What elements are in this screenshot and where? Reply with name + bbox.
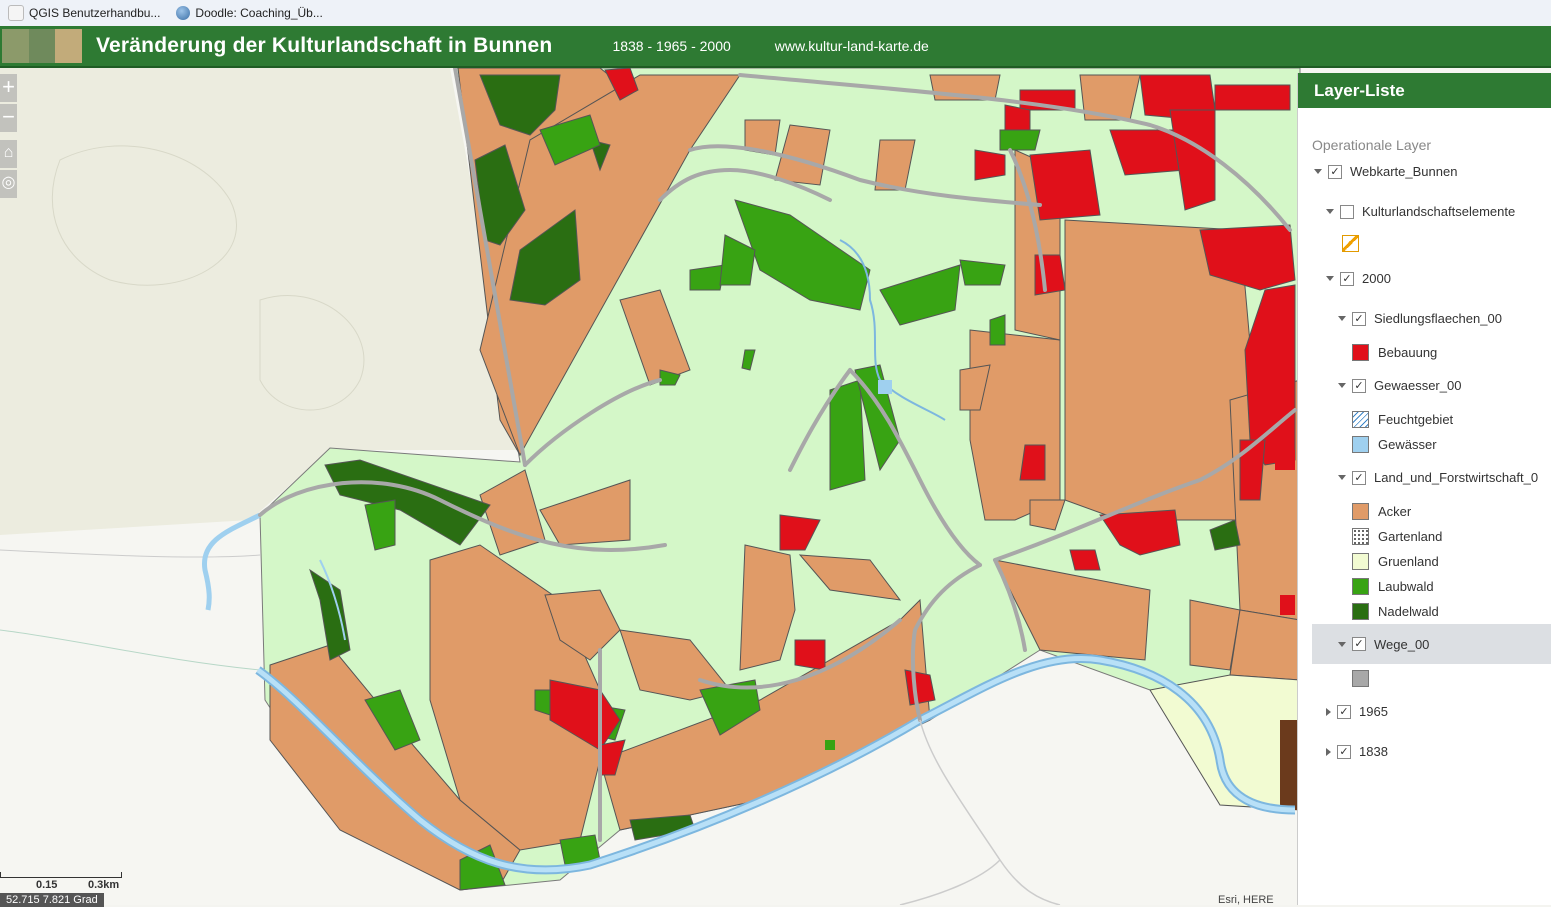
legend-swatch <box>1352 411 1369 428</box>
layer-1838[interactable]: ✓ 1838 <box>1326 744 1388 759</box>
scalebar-mid-label: 0.15 <box>36 879 58 891</box>
legend-feucht-label: Feuchtgebiet <box>1378 412 1454 427</box>
checkbox-siedlung[interactable]: ✓ <box>1352 311 1366 326</box>
checkbox-wege[interactable]: ✓ <box>1352 637 1366 651</box>
app-header: Veränderung der Kulturlandschaft in Bunn… <box>0 26 1551 68</box>
layer-kultur[interactable]: Kulturlandschaftselemente <box>1326 204 1515 219</box>
legend-bebauung: Bebauung <box>1352 344 1437 361</box>
layer-gewaesser[interactable]: ✓ Gewaesser_00 <box>1338 378 1461 393</box>
legend-swatch <box>1352 578 1369 595</box>
checkbox-2000[interactable]: ✓ <box>1340 271 1354 286</box>
qgis-icon <box>8 5 24 21</box>
bookmark-doodle-label: Doodle: Coaching_Üb... <box>195 6 323 20</box>
layer-list-title: Layer-Liste <box>1298 73 1551 108</box>
layer-2000[interactable]: ✓ 2000 <box>1326 271 1391 286</box>
layer-1838-label: 1838 <box>1359 744 1388 759</box>
legend-nadel-label: Nadelwald <box>1378 604 1439 619</box>
legend-gewaesser-label: Gewässer <box>1378 437 1437 452</box>
layer-2000-label: 2000 <box>1362 271 1391 286</box>
bookmark-qgis[interactable]: QGIS Benutzerhandbu... <box>0 0 168 26</box>
expand-icon[interactable] <box>1326 276 1334 281</box>
bookmark-doodle[interactable]: Doodle: Coaching_Üb... <box>168 0 330 26</box>
bookmarks-bar: QGIS Benutzerhandbu... Doodle: Coaching_… <box>0 0 1551 27</box>
expand-icon[interactable] <box>1314 169 1322 174</box>
globe-icon <box>176 6 191 20</box>
layer-kultur-label: Kulturlandschaftselemente <box>1362 204 1516 219</box>
legend-gruenland: Gruenland <box>1352 553 1439 570</box>
layer-land[interactable]: ✓ Land_und_Forstwirtschaft_0 <box>1338 470 1538 485</box>
legend-laub-label: Laubwald <box>1378 579 1434 594</box>
expand-icon[interactable] <box>1338 316 1346 321</box>
collapse-icon[interactable] <box>1326 707 1331 716</box>
legend-swatch <box>1352 436 1369 453</box>
layer-gewaesser-label: Gewaesser_00 <box>1374 378 1462 393</box>
home-icon: ⌂ <box>3 144 14 161</box>
collapse-icon[interactable] <box>1326 747 1331 756</box>
operational-layers-heading: Operationale Layer <box>1312 137 1432 153</box>
zoom-out-button[interactable]: − <box>0 104 17 132</box>
legend-swatch <box>1352 503 1369 520</box>
layer-wege-label: Wege_00 <box>1374 636 1430 652</box>
legend-gruen-label: Gruenland <box>1378 554 1439 569</box>
legend-laubwald: Laubwald <box>1352 578 1434 595</box>
layer-land-label: Land_und_Forstwirtschaft_0 <box>1374 470 1539 485</box>
legend-acker-label: Acker <box>1378 504 1412 519</box>
expand-icon[interactable] <box>1338 383 1346 388</box>
layer-siedlung-label: Siedlungsflaechen_00 <box>1374 311 1502 326</box>
locate-button[interactable]: ◎ <box>0 170 17 198</box>
legend-swatch <box>1352 603 1369 620</box>
checkbox-gewaesser[interactable]: ✓ <box>1352 378 1366 393</box>
legend-garten-label: Gartenland <box>1378 529 1443 544</box>
expand-icon[interactable] <box>1338 641 1346 647</box>
checkbox-1965[interactable]: ✓ <box>1337 704 1351 719</box>
expand-icon[interactable] <box>1326 209 1334 214</box>
layer-1965-label: 1965 <box>1359 704 1388 719</box>
scalebar: 0.15 0.3km <box>0 872 122 891</box>
app-title: Veränderung der Kulturlandschaft in Bunn… <box>96 34 553 57</box>
legend-swatch <box>1352 670 1369 687</box>
checkbox-land[interactable]: ✓ <box>1352 470 1366 485</box>
expand-icon[interactable] <box>1338 475 1346 480</box>
logo-thumbnail <box>2 29 83 63</box>
legend-gartenland: Gartenland <box>1352 528 1442 545</box>
layer-wege[interactable]: ✓ Wege_00 <box>1312 624 1551 664</box>
home-button[interactable]: ⌂ <box>0 140 17 168</box>
map-attribution[interactable]: Esri, HERE <box>1218 894 1274 906</box>
layer-webkarte[interactable]: ✓ Webkarte_Bunnen <box>1314 164 1457 179</box>
legend-kultur-symbol <box>1342 235 1368 252</box>
scalebar-line <box>0 872 122 878</box>
website-url: www.kultur-land-karte.de <box>774 38 929 54</box>
legend-nadelwald: Nadelwald <box>1352 603 1439 620</box>
legend-wege <box>1352 670 1378 687</box>
locate-icon: ◎ <box>1 174 16 191</box>
bookmark-qgis-label: QGIS Benutzerhandbu... <box>29 6 161 20</box>
checkbox-kultur[interactable] <box>1340 204 1354 219</box>
legend-feuchtgebiet: Feuchtgebiet <box>1352 411 1453 428</box>
zoom-in-button[interactable]: + <box>0 74 17 102</box>
checkbox-1838[interactable]: ✓ <box>1337 744 1351 759</box>
legend-swatch <box>1352 528 1369 545</box>
legend-swatch <box>1352 344 1369 361</box>
legend-bebauung-label: Bebauung <box>1378 345 1438 360</box>
legend-gewaesser: Gewässer <box>1352 436 1437 453</box>
scalebar-end-label: 0.3km <box>88 879 120 891</box>
layer-siedlung[interactable]: ✓ Siedlungsflaechen_00 <box>1338 311 1502 326</box>
map-controls: + − ⌂ ◎ <box>0 74 17 200</box>
layer-1965[interactable]: ✓ 1965 <box>1326 704 1388 719</box>
layer-webkarte-label: Webkarte_Bunnen <box>1350 164 1458 179</box>
layer-list-panel: Layer-Liste Operationale Layer ✓ Webkart… <box>1297 73 1551 905</box>
year-range: 1838 - 1965 - 2000 <box>612 38 731 54</box>
legend-acker: Acker <box>1352 503 1411 520</box>
pencil-hatch-icon <box>1342 235 1359 252</box>
legend-swatch <box>1352 553 1369 570</box>
checkbox-webkarte[interactable]: ✓ <box>1328 164 1342 179</box>
